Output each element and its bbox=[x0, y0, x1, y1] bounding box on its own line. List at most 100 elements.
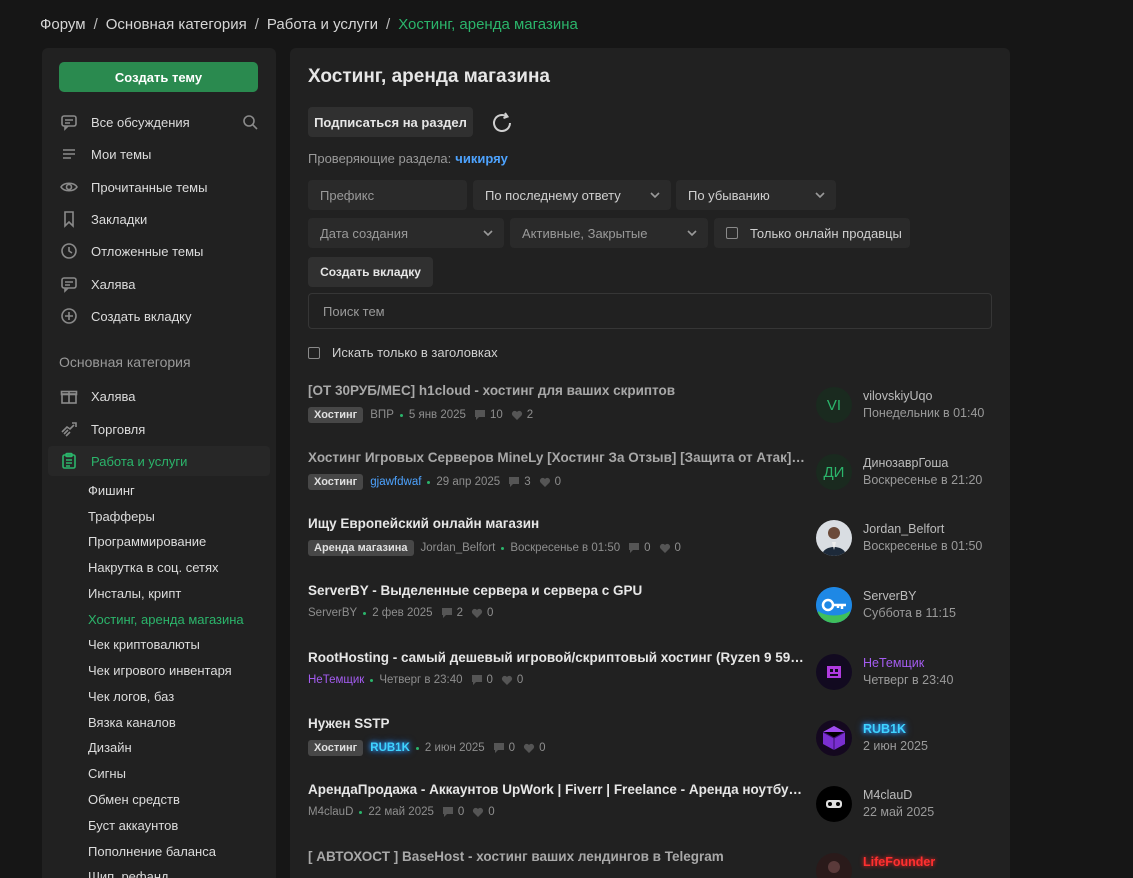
sort-select[interactable]: По последнему ответу bbox=[473, 180, 671, 210]
online-sellers-checkbox[interactable] bbox=[726, 227, 738, 239]
prefix-filter[interactable]: Префикс bbox=[308, 180, 467, 210]
sidebar-item-my-topics[interactable]: Мои темы bbox=[42, 139, 276, 169]
subcategory-account-boost[interactable]: Буст аккаунтов bbox=[88, 815, 178, 835]
thread-row: [ АВТОХОСТ ] BaseHost - хостинг ваших ле… bbox=[308, 849, 992, 878]
order-select[interactable]: По убыванию bbox=[676, 180, 836, 210]
sidebar-item-all-discussions[interactable]: Все обсуждения bbox=[42, 107, 276, 137]
avatar[interactable]: VI bbox=[816, 387, 852, 423]
date-select[interactable]: Дата создания bbox=[308, 218, 504, 248]
last-poster[interactable]: LifeFounder bbox=[863, 855, 935, 869]
breadcrumb-separator: / bbox=[386, 15, 391, 33]
subcategory-signs[interactable]: Сигны bbox=[88, 763, 126, 783]
sidebar-item-label: Работа и услуги bbox=[91, 453, 188, 469]
thread-replies: 0 bbox=[644, 542, 651, 554]
thread-row: АрендаПродажа - Аккаунтов UpWork | Fiver… bbox=[308, 782, 992, 842]
last-poster[interactable]: НеТемщик bbox=[863, 656, 924, 670]
last-poster[interactable]: ДинозаврГоша bbox=[863, 456, 948, 470]
thread-title[interactable]: Ищу Европейский онлайн магазин bbox=[308, 516, 808, 531]
thread-author[interactable]: Jordan_Belfort bbox=[421, 542, 496, 554]
create-topic-button[interactable]: Создать тему bbox=[59, 62, 258, 92]
page-title: Хостинг, аренда магазина bbox=[308, 66, 550, 87]
last-poster[interactable]: RUB1K bbox=[863, 722, 906, 736]
thread-meta: Аренда магазина Jordan_Belfort Воскресен… bbox=[308, 540, 681, 556]
search-icon[interactable] bbox=[242, 114, 258, 130]
last-poster[interactable]: ServerBY bbox=[863, 589, 917, 603]
subcategory-game-inventory-check[interactable]: Чек игрового инвентаря bbox=[88, 660, 232, 680]
thread-prefix[interactable]: Хостинг bbox=[308, 474, 364, 490]
thread-author[interactable]: ВПР bbox=[370, 409, 394, 421]
avatar[interactable]: ДИ bbox=[816, 454, 852, 490]
subcategory-ship-refund[interactable]: Шип, рефанд bbox=[88, 866, 169, 878]
subcategory-design[interactable]: Дизайн bbox=[88, 737, 132, 757]
thread-meta: ServerBY 2 фев 2025 2 0 bbox=[308, 607, 493, 619]
sidebar-category-trade[interactable]: Торговля bbox=[42, 414, 276, 444]
thread-title[interactable]: АрендаПродажа - Аккаунтов UpWork | Fiver… bbox=[308, 782, 808, 797]
thread-title[interactable]: [ОТ 30РУБ/МЕС] h1cloud - хостинг для ваш… bbox=[308, 383, 808, 398]
sidebar-item-deferred[interactable]: Отложенные темы bbox=[42, 236, 276, 266]
reviewer-link[interactable]: чикиряу bbox=[455, 151, 508, 166]
thread-meta: Хостинг ВПР 5 янв 2025 10 2 bbox=[308, 407, 533, 423]
last-poster[interactable]: Jordan_Belfort bbox=[863, 522, 944, 536]
avatar[interactable] bbox=[816, 520, 852, 556]
thread-prefix[interactable]: Хостинг bbox=[308, 740, 364, 756]
breadcrumb-main-category[interactable]: Основная категория bbox=[106, 16, 247, 33]
avatar[interactable] bbox=[816, 720, 852, 756]
avatar[interactable] bbox=[816, 853, 852, 878]
sidebar-item-read-topics[interactable]: Прочитанные темы bbox=[42, 172, 276, 202]
thread-replies: 0 bbox=[457, 806, 465, 818]
subscribe-button[interactable]: Подписаться на раздел bbox=[308, 107, 473, 137]
last-poster[interactable]: M4clauD bbox=[863, 788, 912, 802]
thread-title[interactable]: [ АВТОХОСТ ] BaseHost - хостинг ваших ле… bbox=[308, 849, 808, 864]
sidebar-category-freebies[interactable]: Халява bbox=[42, 381, 276, 411]
subcategory-programming[interactable]: Программирование bbox=[88, 531, 206, 551]
heart-icon bbox=[471, 607, 483, 619]
breadcrumb-work-services[interactable]: Работа и услуги bbox=[267, 16, 378, 33]
thread-author[interactable]: M4clauD bbox=[308, 806, 353, 818]
clock-icon bbox=[60, 242, 78, 260]
subcategory-social-boost[interactable]: Накрутка в соц. сетях bbox=[88, 557, 219, 577]
thread-author[interactable]: RUB1K bbox=[370, 742, 410, 754]
subcategory-phishing[interactable]: Фишинг bbox=[88, 480, 135, 500]
thread-prefix[interactable]: Хостинг bbox=[308, 407, 364, 423]
avatar[interactable] bbox=[816, 786, 852, 822]
search-input[interactable]: Поиск тем bbox=[308, 293, 992, 329]
sidebar-item-create-tab[interactable]: Создать вкладку bbox=[42, 301, 276, 331]
thread-author[interactable]: НеТемщик bbox=[308, 674, 364, 686]
sidebar-item-freebies[interactable]: Халява bbox=[42, 269, 276, 299]
online-sellers-toggle[interactable]: Только онлайн продавцы bbox=[714, 218, 910, 248]
thread-title[interactable]: Нужен SSTP bbox=[308, 716, 808, 731]
sidebar-item-bookmarks[interactable]: Закладки bbox=[42, 204, 276, 234]
subcategory-balance-topup[interactable]: Пополнение баланса bbox=[88, 841, 216, 861]
subcategory-traffers[interactable]: Трафферы bbox=[88, 506, 155, 526]
last-post-time: Суббота в 11:15 bbox=[863, 606, 956, 620]
subcategory-channel-binding[interactable]: Вязка каналов bbox=[88, 712, 176, 732]
heart-icon bbox=[523, 742, 535, 754]
breadcrumb-forum[interactable]: Форум bbox=[40, 16, 86, 33]
avatar[interactable] bbox=[816, 587, 852, 623]
title-only-toggle[interactable]: Искать только в заголовках bbox=[308, 345, 498, 360]
last-post-time: 2 июн 2025 bbox=[863, 739, 928, 753]
create-tab-button[interactable]: Создать вкладку bbox=[308, 257, 433, 287]
title-only-checkbox[interactable] bbox=[308, 346, 320, 359]
thread-author[interactable]: ServerBY bbox=[308, 607, 357, 619]
thread-title[interactable]: ServerBY - Выделенные сервера и сервера … bbox=[308, 583, 808, 598]
thread-date: 2 июн 2025 bbox=[424, 742, 485, 754]
last-poster[interactable]: vilovskiyUqo bbox=[863, 389, 932, 403]
state-select[interactable]: Активные, Закрытые bbox=[510, 218, 708, 248]
thread-title[interactable]: Хостинг Игровых Серверов MineLy [Хостинг… bbox=[308, 450, 808, 465]
avatar[interactable] bbox=[816, 654, 852, 690]
breadcrumb-current[interactable]: Хостинг, аренда магазина bbox=[398, 16, 578, 33]
heart-icon bbox=[511, 409, 523, 421]
subcategory-crypto-check[interactable]: Чек криптовалюты bbox=[88, 634, 200, 654]
subcategory-exchange[interactable]: Обмен средств bbox=[88, 789, 180, 809]
refresh-icon[interactable] bbox=[490, 111, 514, 135]
subcategory-installs-crypt[interactable]: Инсталы, крипт bbox=[88, 583, 181, 603]
sidebar-category-work-services[interactable]: Работа и услуги bbox=[48, 446, 270, 476]
thread-author[interactable]: gjawfdwaf bbox=[370, 476, 421, 488]
subcategory-logs-check[interactable]: Чек логов, баз bbox=[88, 686, 174, 706]
chat-bubble-icon bbox=[60, 275, 78, 293]
subcategory-hosting[interactable]: Хостинг, аренда магазина bbox=[88, 609, 244, 629]
thread-title[interactable]: RootHosting - самый дешевый игровой/скри… bbox=[308, 650, 808, 665]
thread-date: 22 май 2025 bbox=[368, 806, 434, 818]
thread-prefix[interactable]: Аренда магазина bbox=[308, 540, 414, 556]
